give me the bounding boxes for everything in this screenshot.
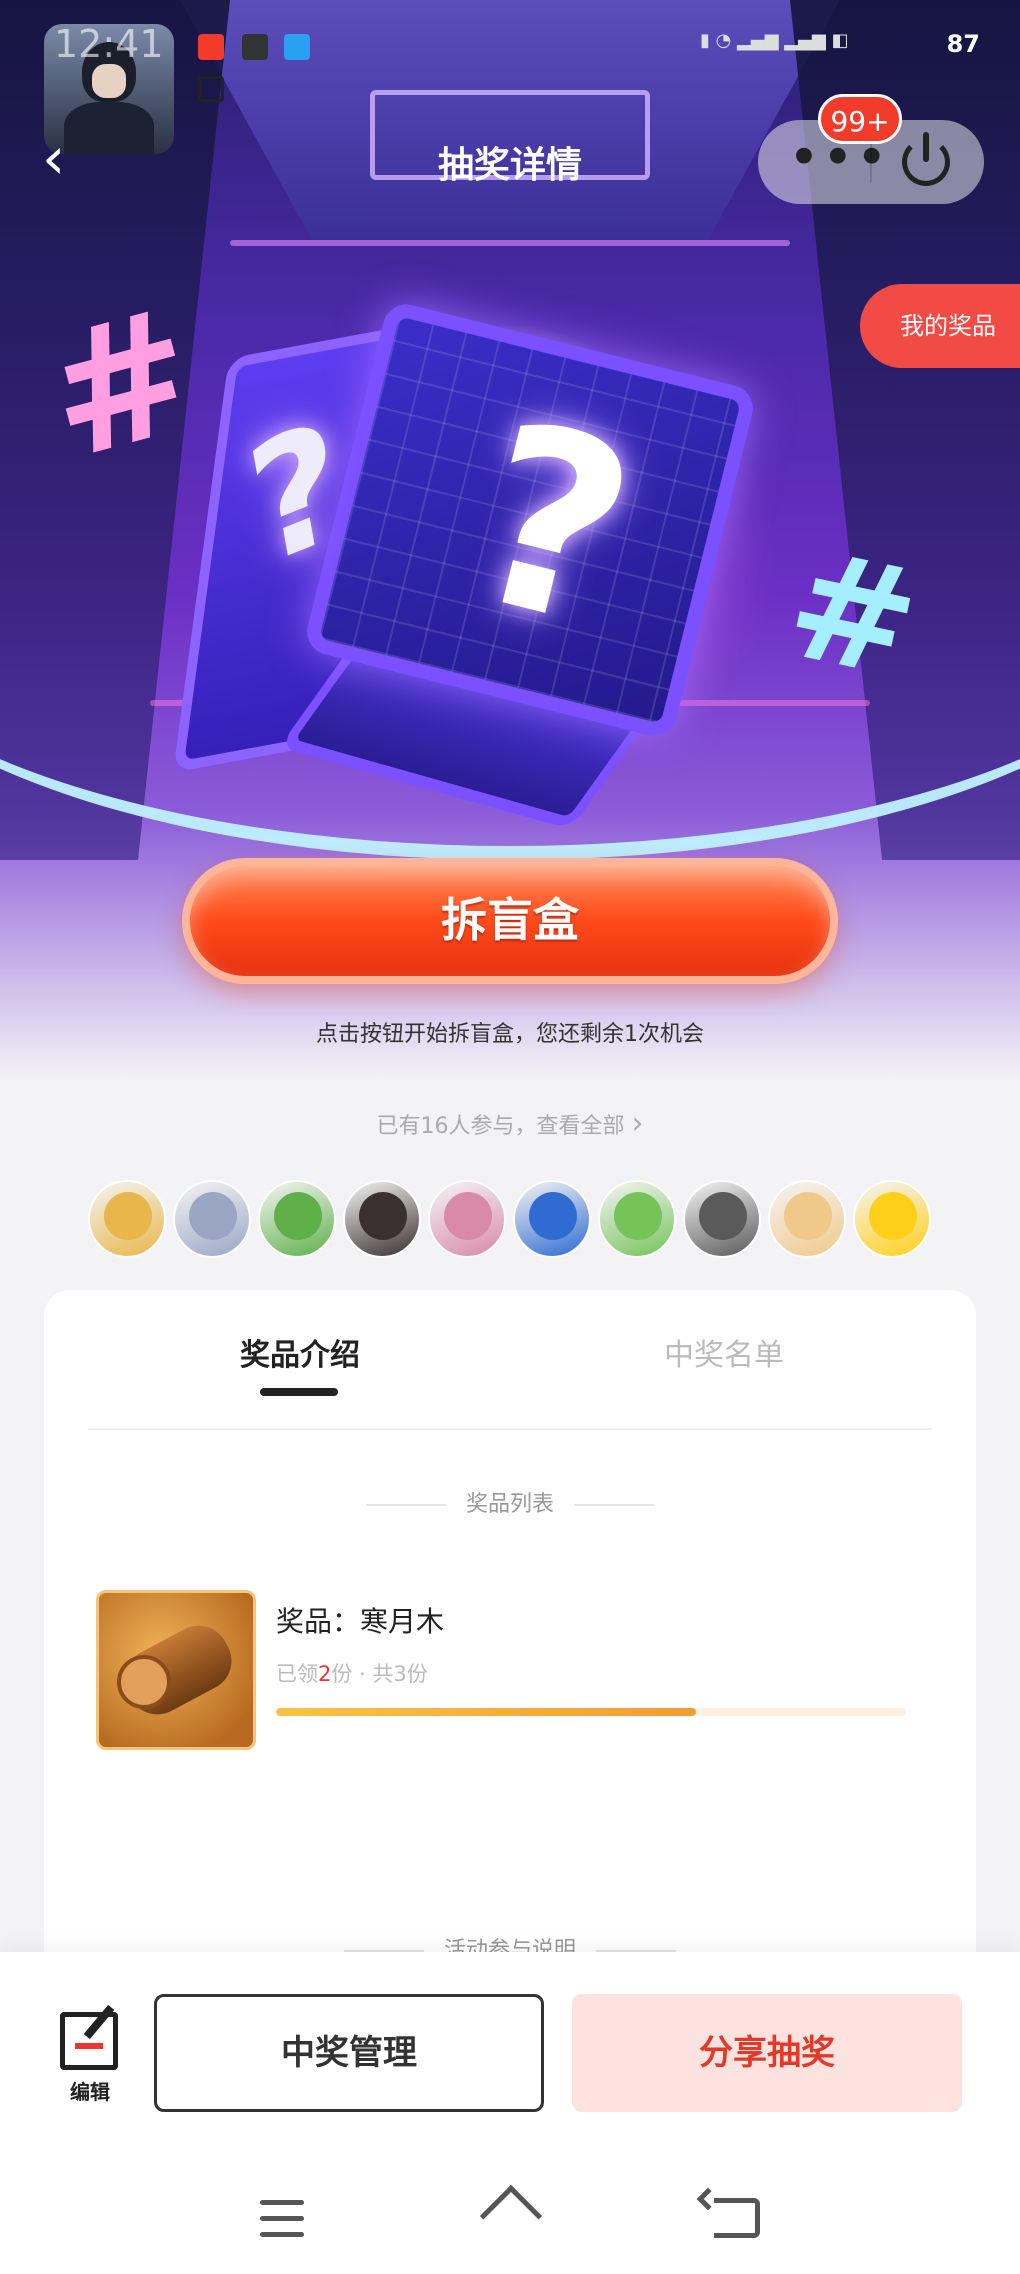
tab-winner-list[interactable]: 中奖名单 <box>664 1330 784 1374</box>
bottom-action-bar: 编辑 中奖管理 分享抽奖 <box>0 1952 1020 2274</box>
prize-name: 奖品：寒月木 <box>276 1605 445 1638</box>
participant-avatar[interactable] <box>173 1180 251 1258</box>
participant-avatar[interactable] <box>513 1180 591 1258</box>
winner-management-button[interactable]: 中奖管理 <box>154 1994 544 2112</box>
remaining-chances-hint: 点击按钮开始拆盲盒，您还剩余1次机会 <box>316 1022 704 1047</box>
edit-icon <box>60 2004 118 2070</box>
system-back-icon[interactable] <box>696 2187 760 2238</box>
participant-avatar[interactable] <box>88 1180 166 1258</box>
participant-avatar[interactable] <box>768 1180 846 1258</box>
participant-avatar[interactable] <box>343 1180 421 1258</box>
participant-avatar[interactable] <box>853 1180 931 1258</box>
view-all-participants-link[interactable]: 已有16人参与，查看全部 › <box>0 1106 1020 1141</box>
open-blind-box-button[interactable]: 拆盲盒 <box>182 858 838 984</box>
prize-list-heading: 奖品列表 <box>44 1486 976 1518</box>
my-prize-button[interactable]: 我的奖品 <box>860 284 1020 368</box>
menu-icon[interactable] <box>260 2200 304 2240</box>
participant-avatars <box>88 1180 938 1260</box>
prize-progress-bar <box>276 1708 906 1716</box>
message-badge: 99+ <box>818 94 902 144</box>
home-icon[interactable] <box>479 2184 543 2248</box>
chevron-right-icon: › <box>631 1106 644 1141</box>
mail-icon <box>242 34 268 60</box>
tab-prize-intro[interactable]: 奖品介绍 <box>240 1330 360 1374</box>
neon-line <box>230 240 790 246</box>
prize-claim-count: 已领2份 · 共3份 <box>276 1662 428 1686</box>
prize-image <box>96 1590 256 1750</box>
prize-progress-fill <box>276 1708 697 1716</box>
notification-icon <box>198 76 224 102</box>
share-lottery-button[interactable]: 分享抽奖 <box>572 1994 962 2112</box>
participant-avatar[interactable] <box>598 1180 676 1258</box>
participant-avatar[interactable] <box>428 1180 506 1258</box>
active-tab-indicator <box>260 1388 338 1396</box>
telegram-icon <box>284 34 310 60</box>
battery-level: 87 <box>946 30 980 58</box>
video-icon <box>198 34 224 60</box>
signal-icons: ▮ ◔ ▂▄▆ ▂▄▆ ◧ <box>700 30 849 51</box>
participants-count-text: 已有16人参与，查看全部 <box>376 1114 625 1139</box>
mystery-box-illustration: ? ? <box>172 280 758 830</box>
edit-label: 编辑 <box>70 2080 110 2104</box>
divider <box>88 1428 932 1430</box>
participant-avatar[interactable] <box>258 1180 336 1258</box>
status-time: 12:41 <box>54 22 164 66</box>
participant-avatar[interactable] <box>683 1180 761 1258</box>
edit-button[interactable]: 编辑 <box>54 2004 126 2104</box>
